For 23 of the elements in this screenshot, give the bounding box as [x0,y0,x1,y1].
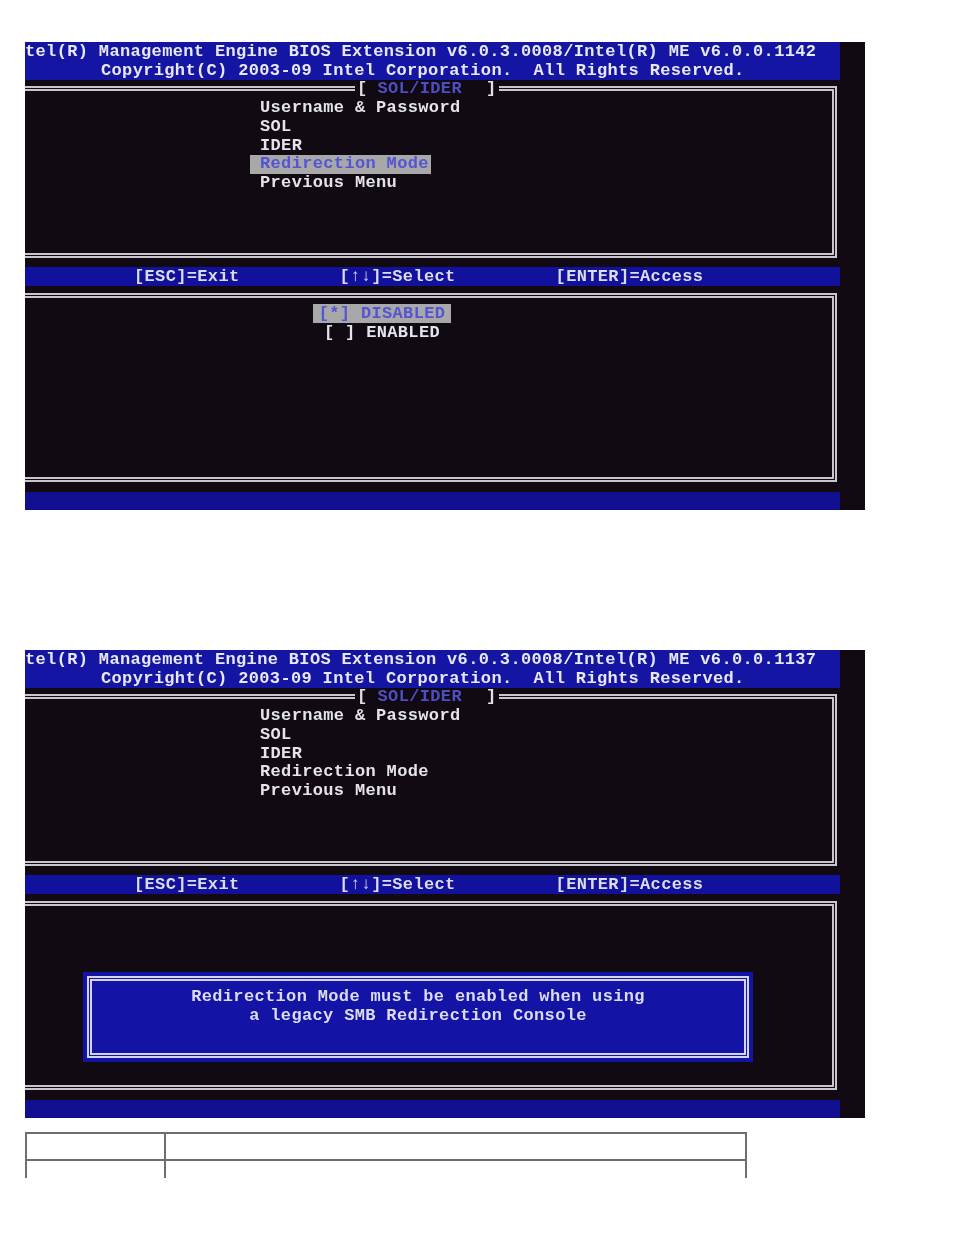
popup-message: Redirection Mode must be enabled when using a legacy SMB Redirection Console [190,987,646,1025]
menu-item[interactable]: IDER [250,136,305,156]
key-hint: [ESC]=Exit [134,875,240,894]
key-hint: [ENTER]=Access [555,267,704,286]
option-item[interactable]: [ ] ENABLED [317,323,447,342]
menu-item[interactable]: SOL [250,117,294,137]
key-hint: [↑↓]=Select [339,267,456,286]
key-hint: [↑↓]=Select [339,875,456,894]
copyright-text: Copyright(C) 2003-09 Intel Corporation. All Rights Reserved. [101,61,745,80]
header-title: tel(R) Management Engine BIOS Extension v6.0.3.0008/Intel(R) ME v6.0.0.1137 [25,650,817,669]
menu-item[interactable]: Redirection Mode [250,763,431,783]
menu-item[interactable]: Username & Password [250,99,463,118]
menu-item[interactable]: Previous Menu [250,782,400,801]
frame-title: [ SOL/IDER ] [355,80,499,97]
menu-item[interactable]: IDER [250,744,305,764]
menu-item[interactable]: SOL [250,725,294,745]
header-title: tel(R) Management Engine BIOS Extension v6.0.3.0008/Intel(R) ME v6.0.0.1142 [25,42,817,61]
key-hint: [ESC]=Exit [134,267,240,286]
key-hint: [ENTER]=Access [555,875,704,894]
menu-item[interactable]: Previous Menu [250,174,400,193]
menu-item[interactable]: Username & Password [250,707,463,726]
copyright-text: Copyright(C) 2003-09 Intel Corporation. All Rights Reserved. [101,669,745,688]
frame-title: [ SOL/IDER ] [355,688,499,705]
